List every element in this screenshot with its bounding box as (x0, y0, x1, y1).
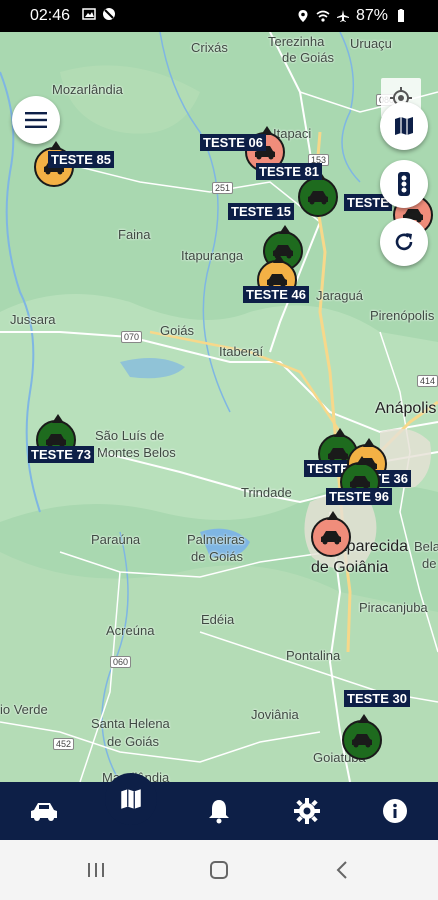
vehicle-label[interactable]: TESTE 85 (48, 151, 114, 168)
status-time: 02:46 (30, 7, 71, 24)
place-label: de Goiânia (311, 559, 389, 576)
menu-icon (25, 112, 47, 128)
vehicle-label[interactable]: TESTE 96 (326, 488, 392, 505)
map-type-button[interactable] (380, 102, 428, 150)
place-label: Edéia (201, 612, 235, 627)
nav-notifications[interactable] (204, 796, 234, 826)
location-icon (298, 10, 308, 22)
place-label: io Verde (0, 702, 48, 717)
refresh-icon (395, 233, 413, 251)
place-label: Faina (118, 227, 151, 242)
bell-icon (209, 800, 229, 824)
nav-vehicles[interactable] (29, 796, 59, 826)
place-label: Paraúna (91, 532, 141, 547)
nav-settings[interactable] (292, 796, 322, 826)
menu-button[interactable] (12, 96, 60, 144)
home-icon (210, 861, 228, 879)
map-icon (395, 117, 413, 135)
battery-percent: 87% (355, 7, 388, 24)
traffic-button[interactable] (380, 160, 428, 208)
place-label: Goiás (160, 323, 194, 338)
place-label: de Goiás (191, 549, 244, 564)
vehicle-label[interactable]: TESTE 15 (228, 203, 294, 220)
traffic-light-icon (398, 172, 410, 196)
recents-button[interactable] (84, 858, 108, 882)
place-label: Santa Helena (91, 716, 170, 731)
vehicle-marker[interactable] (311, 511, 351, 561)
nav-map[interactable] (105, 773, 157, 825)
place-label: Palmeiras (187, 532, 245, 547)
place-label: Uruaçu (350, 36, 392, 51)
car-icon (31, 803, 57, 821)
place-label: Pontalina (286, 648, 341, 663)
system-navigation-bar (0, 840, 438, 900)
refresh-button[interactable] (380, 218, 428, 266)
place-label: Bela (414, 539, 438, 554)
place-label: de Goiás (282, 50, 335, 65)
vehicle-label[interactable]: TESTE 46 (243, 286, 309, 303)
recents-icon (88, 863, 104, 877)
place-label: Trindade (241, 485, 292, 500)
vehicle-label[interactable]: TESTE 73 (28, 446, 94, 463)
car-icon (321, 531, 341, 545)
place-label: Montes Belos (97, 445, 176, 460)
map-icon (121, 789, 141, 809)
place-label: Acreúna (106, 623, 155, 638)
road-shield: 070 (121, 331, 143, 343)
status-bar: 02:46 87% (0, 0, 438, 32)
place-label: Mozarlândia (52, 82, 123, 97)
battery-icon (398, 9, 404, 22)
road-shield: 060 (110, 656, 132, 668)
road-shield: 251 (212, 182, 234, 194)
road-shield: 452 (53, 738, 75, 750)
home-button[interactable] (207, 858, 231, 882)
place-label: Jaraguá (316, 288, 363, 303)
place-label: São Luís de (95, 428, 165, 443)
place-label: Pirenópolis (370, 308, 435, 323)
place-label: Anápolis (375, 400, 437, 417)
place-label: Itapuranga (181, 248, 244, 263)
place-label: Jussara (10, 312, 56, 327)
wifi-icon (316, 10, 330, 22)
car-icon (308, 191, 328, 205)
airplane-icon (336, 10, 349, 22)
back-button[interactable] (330, 858, 354, 882)
no-sync-icon (103, 8, 115, 20)
info-icon (383, 799, 407, 823)
place-label: Itaberaí (219, 344, 264, 359)
place-label: Joviânia (251, 707, 299, 722)
gear-icon (294, 798, 320, 824)
place-label: Terezinha (268, 34, 325, 49)
map-view[interactable]: Crixás Terezinha de Goiás Uruaçu Mozarlâ… (0, 32, 438, 782)
place-label: de Goiás (107, 734, 160, 749)
vehicle-marker[interactable] (298, 171, 338, 221)
vehicle-label[interactable]: TESTE 81 (256, 163, 322, 180)
place-label: Crixás (191, 40, 228, 55)
vehicle-marker[interactable] (342, 714, 382, 764)
back-icon (336, 861, 347, 879)
road-shield: 414 (417, 375, 438, 387)
nav-info[interactable] (380, 796, 410, 826)
vehicle-label[interactable]: TESTE 06 (200, 134, 266, 151)
vehicle-label[interactable]: TESTE 30 (344, 690, 410, 707)
place-label: Piracanjuba (359, 600, 428, 615)
place-label: de (422, 556, 437, 571)
bottom-navigation (0, 782, 438, 840)
car-icon (352, 734, 372, 748)
image-icon (82, 8, 96, 20)
